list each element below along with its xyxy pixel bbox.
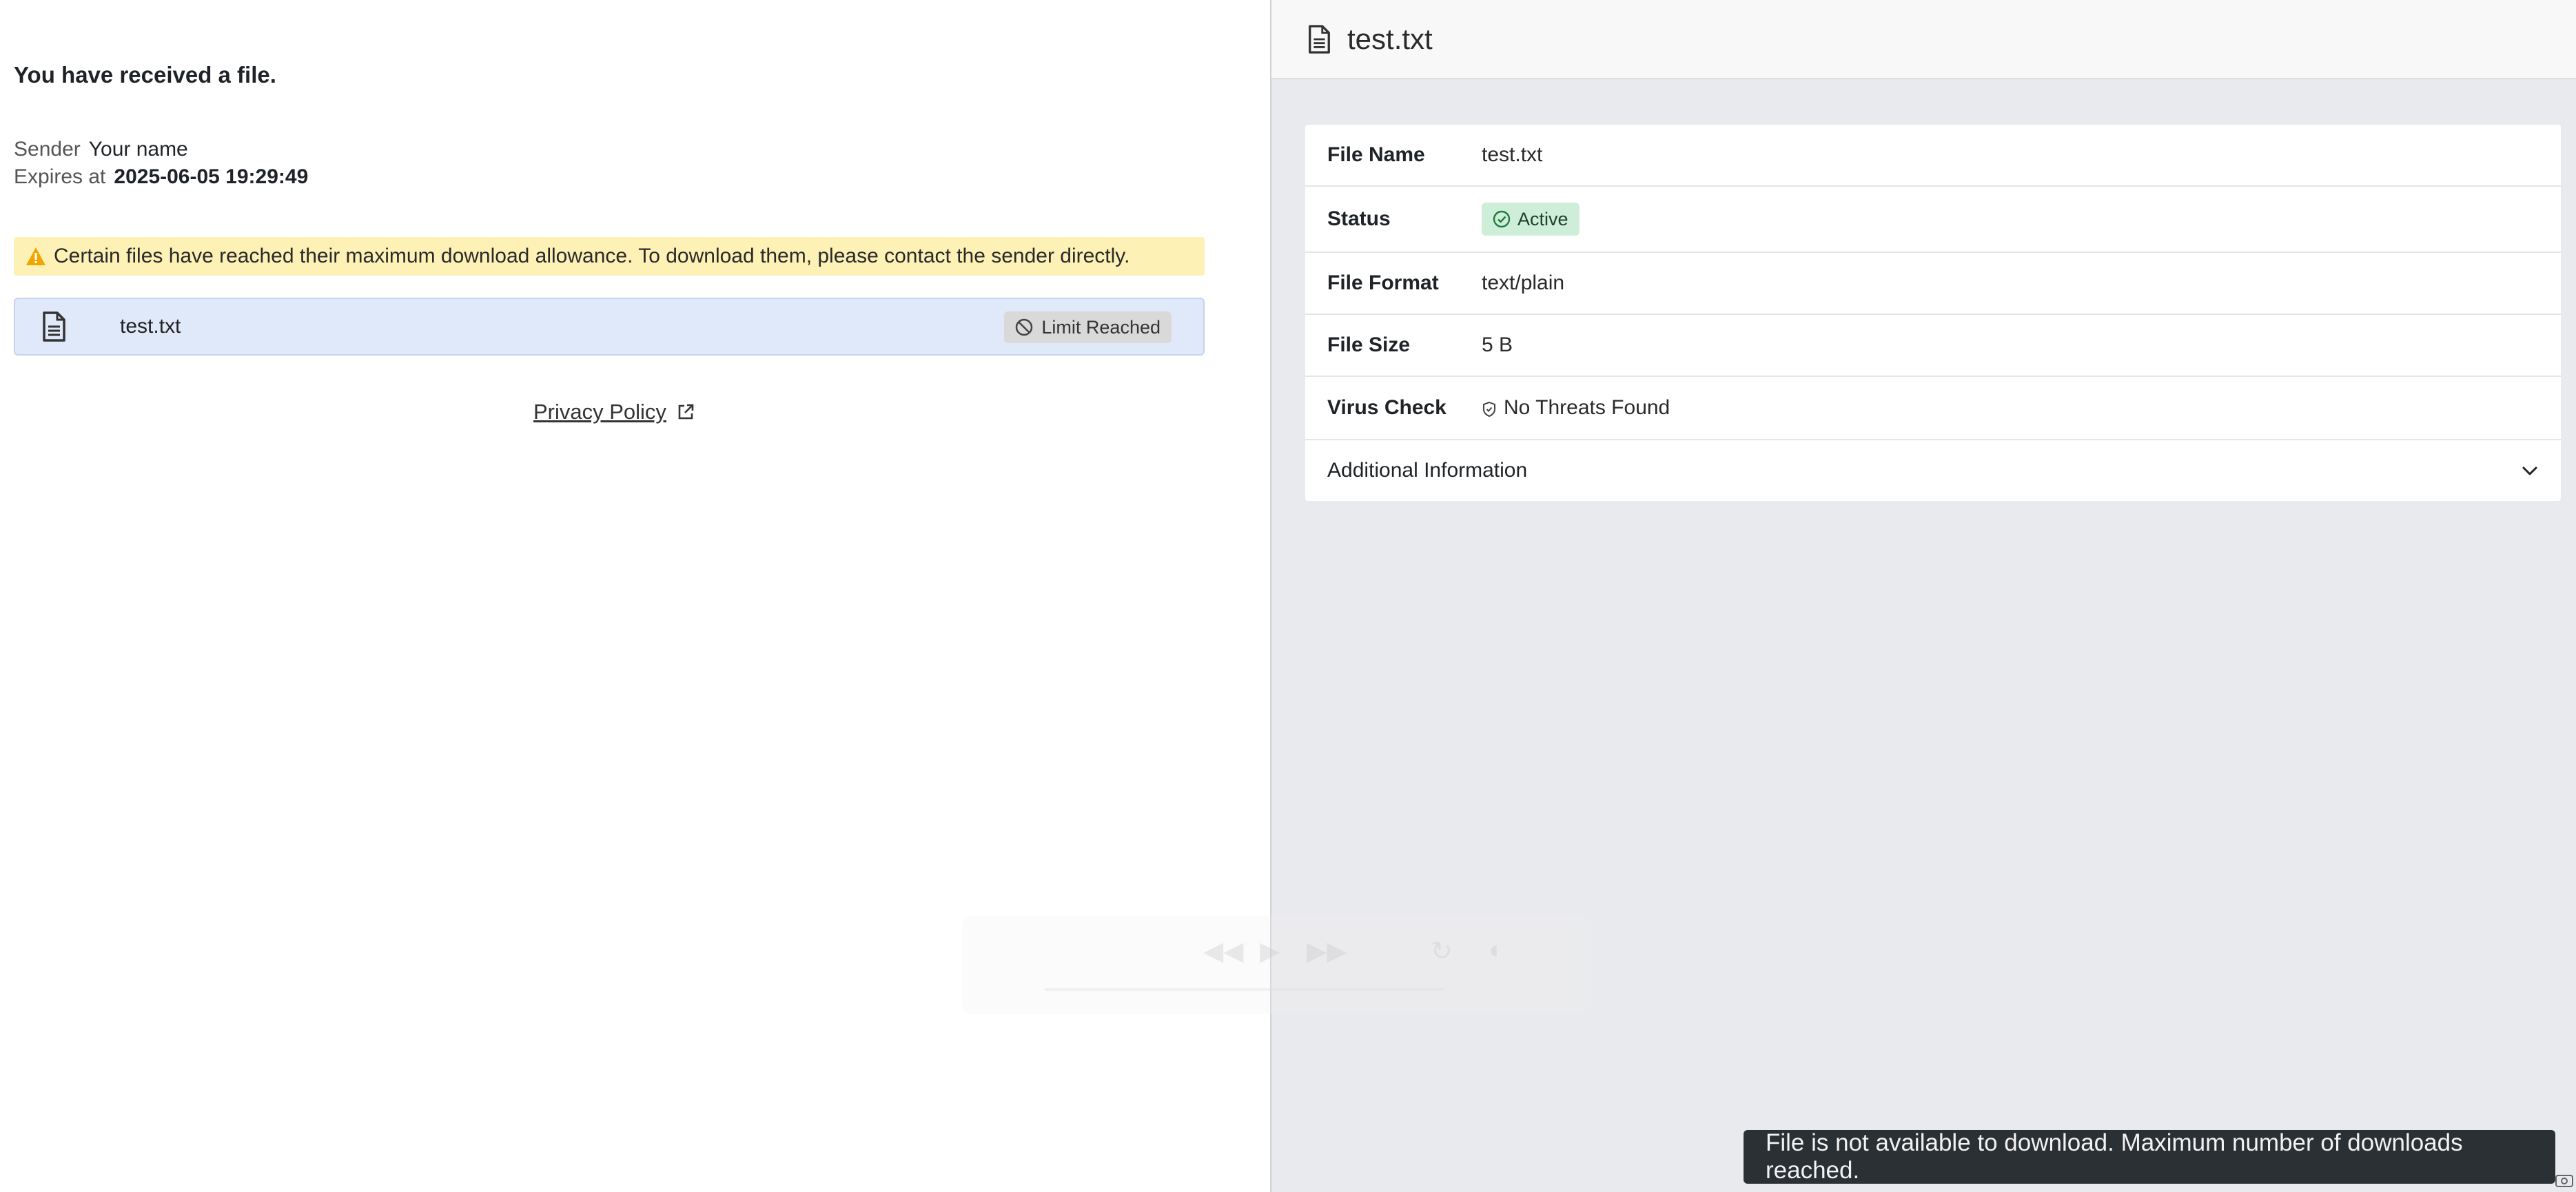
details-title: test.txt [1347,22,1433,55]
limit-reached-badge: Limit Reached [1004,311,1172,343]
privacy-policy-label: Privacy Policy [533,400,666,424]
volume-icon: ◖ [1486,936,1502,965]
download-limit-warning: Certain files have reached their maximum… [14,237,1205,276]
toast-message: File is not available to download. Maxim… [1766,1129,2463,1184]
sender-label: Sender [14,138,81,161]
download-error-toast: File is not available to download. Maxim… [1744,1129,2555,1184]
sender-info: Sender Your name [14,138,188,161]
file-format-label: File Format [1327,271,1439,294]
file-name-row: File Name test.txt [1305,125,2561,187]
ban-icon [1015,318,1033,336]
additional-information-label: Additional Information [1327,459,1528,482]
warning-text: Certain files have reached their maximum… [54,245,1130,267]
status-value: Active [1517,208,1568,229]
privacy-policy-link[interactable]: Privacy Policy [533,400,695,424]
status-row: Status Active [1305,187,2561,253]
expiry-info: Expires at 2025-06-05 19:29:49 [14,165,308,189]
screen-capture-icon[interactable] [2554,1170,2575,1191]
file-name-value: test.txt [1482,143,1543,166]
expires-value: 2025-06-05 19:29:49 [114,165,309,188]
warning-icon [25,246,47,267]
page-title: You have received a file. [14,62,276,88]
check-circle-icon [1493,210,1511,228]
status-label: Status [1327,207,1391,230]
virus-check-value: No Threats Found [1504,396,1670,419]
limit-reached-label: Limit Reached [1041,316,1161,338]
file-name-label: File Name [1327,143,1425,166]
media-controls-overlay: ◀◀ ▶ ▶▶ ↻ ◖ [962,916,1591,1014]
status-badge: Active [1482,203,1580,236]
virus-check-label: Virus Check [1327,396,1447,419]
file-format-value: text/plain [1482,271,1565,294]
fast-forward-icon: ▶▶ [1307,937,1347,966]
rewind-icon: ◀◀ [1203,937,1244,966]
file-info-card: File Name test.txt Status Active File Fo… [1305,125,2561,501]
details-header: test.txt [1271,0,2576,79]
file-size-row: File Size 5 B [1305,315,2561,377]
document-icon [40,311,68,342]
file-size-value: 5 B [1482,333,1513,356]
shield-check-icon [1482,400,1497,418]
repeat-icon: ↻ [1431,937,1453,966]
additional-information-toggle[interactable]: Additional Information [1305,440,2561,501]
expires-label: Expires at [14,165,106,188]
media-progress-bar [1045,988,1444,991]
sender-value: Your name [88,138,188,161]
virus-check-row: Virus Check No Threats Found [1305,377,2561,440]
external-link-icon [676,402,695,422]
play-icon: ▶ [1260,937,1280,966]
document-icon [1306,24,1332,54]
file-size-label: File Size [1327,333,1411,356]
file-format-row: File Format text/plain [1305,253,2561,315]
file-name: test.txt [120,315,181,338]
chevron-down-icon [2519,460,2540,481]
file-list-item[interactable]: test.txt Limit Reached [14,298,1205,356]
